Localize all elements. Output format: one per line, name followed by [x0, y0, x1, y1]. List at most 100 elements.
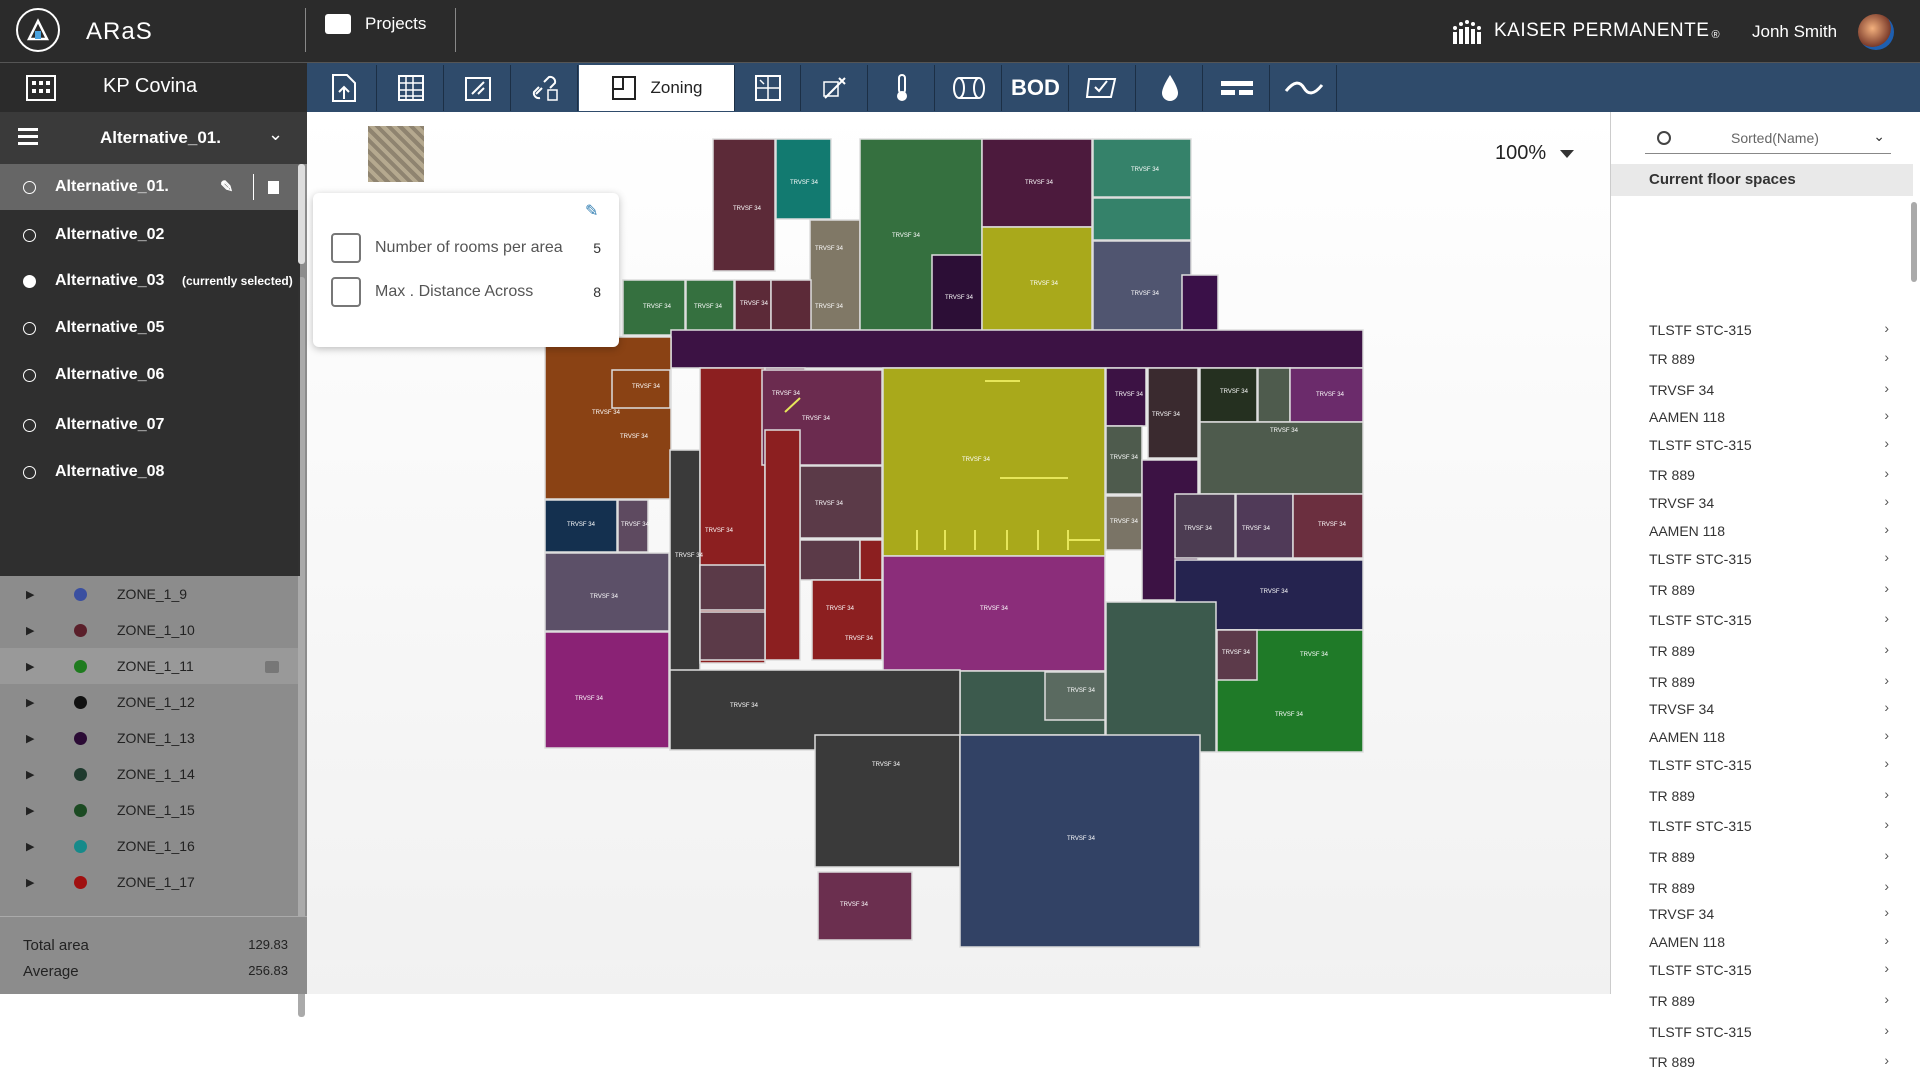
list-item[interactable]: TLSTF STC-315 › [1649, 320, 1889, 338]
chevron-right-icon[interactable]: › [1884, 1022, 1889, 1038]
chevron-right-icon[interactable]: › [1884, 932, 1889, 948]
list-item[interactable]: TLSTF STC-315 › [1649, 755, 1889, 773]
list-item[interactable]: TR 889 › [1649, 878, 1889, 896]
list-item[interactable]: TR 889 › [1649, 349, 1889, 367]
list-item[interactable]: TR 889 › [1649, 847, 1889, 865]
svg-text:TRVSF 34: TRVSF 34 [1184, 526, 1213, 532]
chevron-right-icon[interactable]: › [1884, 786, 1889, 802]
zoning-metrics-popup: ✎ Number of rooms per area 5 Max . Dista… [313, 193, 619, 347]
chevron-right-icon[interactable]: › [1884, 435, 1889, 451]
search-sort-field[interactable]: Sorted(Name) ⌄ [1645, 122, 1891, 154]
sort-label: Sorted(Name) [1731, 129, 1819, 146]
list-item[interactable]: TRVSF 34 › [1649, 380, 1889, 398]
list-item[interactable]: TR 889 › [1649, 991, 1889, 1009]
list-item[interactable]: TR 889 › [1649, 672, 1889, 690]
svg-text:TRVSF 34: TRVSF 34 [1067, 688, 1096, 694]
svg-text:TRVSF 34: TRVSF 34 [1260, 589, 1289, 595]
space-name: TLSTF STC-315 [1649, 757, 1752, 773]
space-list-scrollbar[interactable] [1911, 202, 1917, 282]
caret-down-icon[interactable] [1560, 149, 1575, 158]
svg-text:TRVSF 34: TRVSF 34 [632, 384, 661, 390]
chevron-right-icon[interactable]: › [1884, 727, 1889, 743]
list-item[interactable]: TLSTF STC-315 › [1649, 610, 1889, 628]
list-item[interactable]: TLSTF STC-315 › [1649, 549, 1889, 567]
chevron-right-icon[interactable]: › [1884, 816, 1889, 832]
list-item[interactable]: AAMEN 118 › [1649, 407, 1889, 425]
svg-text:TRVSF 34: TRVSF 34 [592, 410, 621, 416]
chevron-right-icon[interactable]: › [1884, 521, 1889, 537]
list-item[interactable]: TR 889 › [1649, 1052, 1889, 1070]
svg-text:TRVSF 34: TRVSF 34 [1131, 167, 1160, 173]
svg-text:TRVSF 34: TRVSF 34 [1220, 389, 1249, 395]
chevron-right-icon[interactable]: › [1884, 878, 1889, 894]
list-item[interactable]: AAMEN 118 › [1649, 727, 1889, 745]
floor-plan[interactable]: TRVSF 34 TRVSF 34 TRVSF 34 TRVSF 34 TRVSF 3… [0, 0, 1610, 994]
svg-text:TRVSF 34: TRVSF 34 [620, 434, 649, 440]
chevron-right-icon[interactable]: › [1884, 699, 1889, 715]
svg-text:TRVSF 34: TRVSF 34 [815, 304, 844, 310]
chevron-right-icon[interactable]: › [1884, 380, 1889, 396]
chevron-right-icon[interactable]: › [1884, 549, 1889, 565]
search-icon[interactable] [1657, 130, 1671, 145]
chevron-right-icon[interactable]: › [1884, 493, 1889, 509]
space-name: TR 889 [1649, 582, 1695, 598]
chevron-right-icon[interactable]: › [1884, 847, 1889, 863]
avatar[interactable] [1858, 14, 1894, 50]
list-item[interactable]: TR 889 › [1649, 580, 1889, 598]
list-item[interactable]: TRVSF 34 › [1649, 904, 1889, 922]
svg-text:TRVSF 34: TRVSF 34 [705, 528, 734, 534]
space-name: TR 889 [1649, 643, 1695, 659]
svg-text:TRVSF 34: TRVSF 34 [1110, 519, 1139, 525]
svg-text:TRVSF 34: TRVSF 34 [892, 233, 921, 239]
list-item[interactable]: TLSTF STC-315 › [1649, 816, 1889, 834]
floor-thumbnail[interactable] [368, 126, 424, 182]
chevron-right-icon[interactable]: › [1884, 610, 1889, 626]
chevron-right-icon[interactable]: › [1884, 1052, 1889, 1068]
svg-text:TRVSF 34: TRVSF 34 [980, 606, 1009, 612]
svg-text:TRVSF 34: TRVSF 34 [740, 301, 769, 307]
svg-text:TRVSF 34: TRVSF 34 [1316, 392, 1345, 398]
chevron-right-icon[interactable]: › [1884, 641, 1889, 657]
chevron-right-icon[interactable]: › [1884, 320, 1889, 336]
svg-text:TRVSF 34: TRVSF 34 [1300, 652, 1329, 658]
space-name: TR 889 [1649, 788, 1695, 804]
chevron-right-icon[interactable]: › [1884, 672, 1889, 688]
chevron-right-icon[interactable]: › [1884, 580, 1889, 596]
list-item[interactable]: TLSTF STC-315 › [1649, 1022, 1889, 1040]
chevron-right-icon[interactable]: › [1884, 755, 1889, 771]
chevron-right-icon[interactable]: › [1884, 407, 1889, 423]
space-name: TR 889 [1649, 1054, 1695, 1070]
space-name: AAMEN 118 [1649, 934, 1725, 950]
max-distance-label: Max . Distance Across [375, 283, 534, 300]
space-name: TLSTF STC-315 [1649, 1024, 1752, 1040]
chevron-down-icon[interactable]: ⌄ [1873, 128, 1885, 145]
svg-text:TRVSF 34: TRVSF 34 [840, 902, 869, 908]
list-item[interactable]: TR 889 › [1649, 465, 1889, 483]
svg-text:TRVSF 34: TRVSF 34 [815, 501, 844, 507]
list-item[interactable]: TRVSF 34 › [1649, 699, 1889, 717]
zoom-control[interactable]: 100% [1495, 142, 1575, 165]
chevron-right-icon[interactable]: › [1884, 465, 1889, 481]
list-item[interactable]: TR 889 › [1649, 786, 1889, 804]
list-item[interactable]: AAMEN 118 › [1649, 521, 1889, 539]
svg-text:TRVSF 34: TRVSF 34 [815, 246, 844, 252]
svg-text:TRVSF 34: TRVSF 34 [772, 391, 801, 397]
svg-text:TRVSF 34: TRVSF 34 [1025, 180, 1054, 186]
space-name: TLSTF STC-315 [1649, 437, 1752, 453]
list-item[interactable]: TRVSF 34 › [1649, 493, 1889, 511]
svg-text:TRVSF 34: TRVSF 34 [1222, 650, 1251, 656]
list-item[interactable]: TR 889 › [1649, 641, 1889, 659]
chevron-right-icon[interactable]: › [1884, 349, 1889, 365]
pencil-icon[interactable]: ✎ [585, 201, 598, 221]
chevron-right-icon[interactable]: › [1884, 991, 1889, 1007]
svg-text:TRVSF 34: TRVSF 34 [945, 295, 974, 301]
user-name[interactable]: Jonh Smith [1752, 22, 1837, 42]
chevron-right-icon[interactable]: › [1884, 960, 1889, 976]
space-name: TRVSF 34 [1649, 906, 1715, 922]
list-item[interactable]: TLSTF STC-315 › [1649, 435, 1889, 453]
list-item[interactable]: AAMEN 118 › [1649, 932, 1889, 950]
right-panel: Sorted(Name) ⌄ Current floor spaces TLST… [1610, 112, 1920, 1070]
list-item[interactable]: TLSTF STC-315 › [1649, 960, 1889, 978]
chevron-right-icon[interactable]: › [1884, 904, 1889, 920]
brand-mark: ® [1711, 29, 1721, 41]
